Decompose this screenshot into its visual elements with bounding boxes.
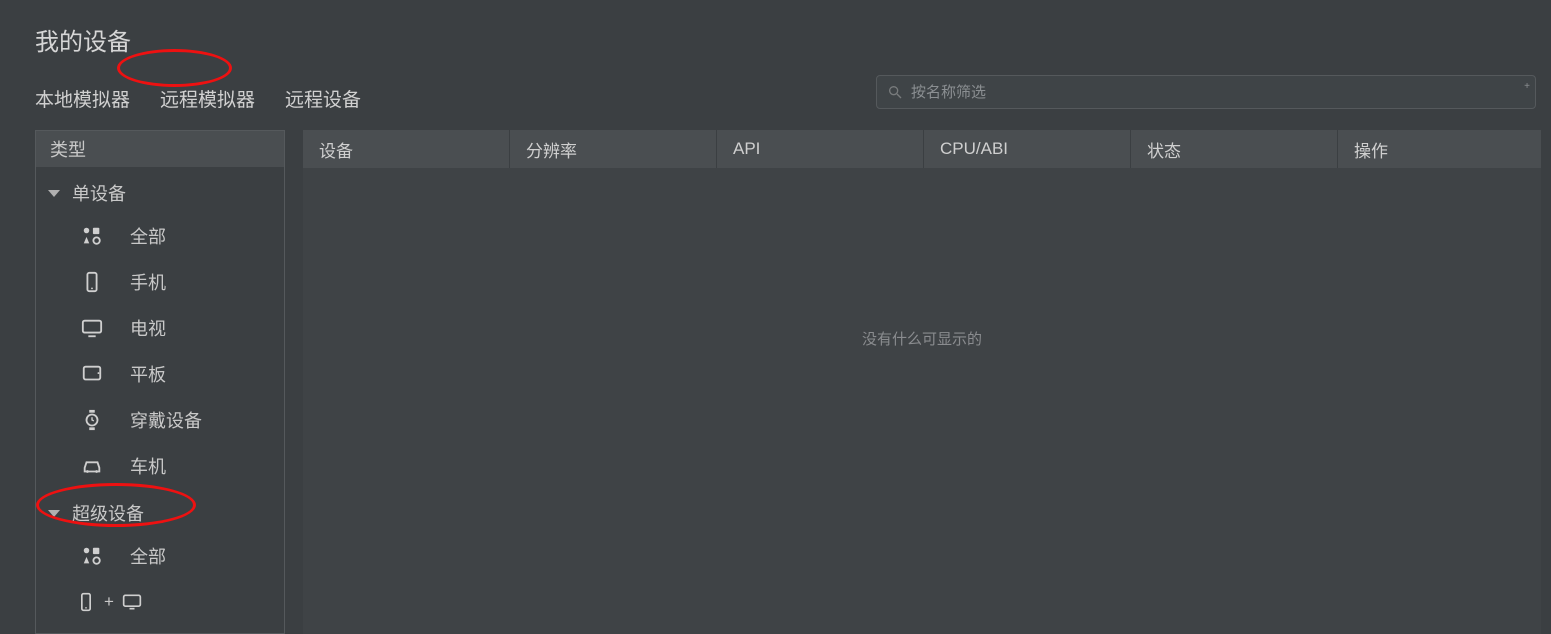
group-super-device[interactable]: 超级设备: [36, 493, 284, 533]
watch-icon: [76, 409, 108, 431]
page-title: 我的设备: [0, 0, 1551, 57]
sidebar-item-super-all[interactable]: 全部: [36, 533, 284, 579]
leaf-label: 电视: [130, 315, 166, 341]
group-label: 单设备: [72, 180, 126, 206]
col-cpu-abi[interactable]: CPU/ABI: [924, 130, 1131, 168]
sidebar-item-tablet[interactable]: 平板: [36, 351, 284, 397]
sidebar-item-wearable[interactable]: 穿戴设备: [36, 397, 284, 443]
sidebar-item-phone[interactable]: 手机: [36, 259, 284, 305]
leaf-label: 车机: [130, 453, 166, 479]
sidebar: 类型 单设备 全部 手机 电视 平板: [35, 130, 285, 634]
sidebar-item-car[interactable]: 车机: [36, 443, 284, 489]
tablet-icon: [76, 363, 108, 385]
col-device[interactable]: 设备: [303, 130, 510, 168]
search-box[interactable]: +: [876, 75, 1536, 109]
chevron-down-icon: [48, 190, 60, 197]
phone-icon: [76, 271, 108, 293]
col-actions[interactable]: 操作: [1338, 130, 1541, 168]
all-icon: [76, 225, 108, 247]
tab-local-emulator[interactable]: 本地模拟器: [35, 85, 130, 112]
chevron-down-icon: [48, 510, 60, 517]
tv-icon: [76, 317, 108, 339]
phone-icon: [76, 592, 96, 612]
leaf-label: 穿戴设备: [130, 407, 202, 433]
search-icon: [887, 84, 903, 100]
leaf-label: 全部: [130, 223, 166, 249]
monitor-icon: [122, 592, 142, 612]
leaf-label: 平板: [130, 361, 166, 387]
col-api[interactable]: API: [717, 130, 924, 168]
search-input[interactable]: [911, 84, 1525, 101]
sidebar-item-phone-plus-monitor[interactable]: +: [36, 579, 284, 625]
sidebar-item-tv[interactable]: 电视: [36, 305, 284, 351]
plus-icon: +: [104, 592, 114, 612]
empty-text: 没有什么可显示的: [862, 328, 982, 349]
device-table: 设备 分辨率 API CPU/ABI 状态 操作 没有什么可显示的: [303, 130, 1541, 634]
all-icon: [76, 545, 108, 567]
table-empty-state: 没有什么可显示的: [303, 168, 1541, 634]
sidebar-header: 类型: [36, 131, 284, 167]
sidebar-item-all[interactable]: 全部: [36, 213, 284, 259]
search-plus-indicator: +: [1524, 82, 1530, 92]
col-resolution[interactable]: 分辨率: [510, 130, 717, 168]
group-label: 超级设备: [72, 500, 144, 526]
tab-remote-emulator[interactable]: 远程模拟器: [160, 85, 255, 112]
group-single-device[interactable]: 单设备: [36, 173, 284, 213]
leaf-label: 手机: [130, 269, 166, 295]
table-header: 设备 分辨率 API CPU/ABI 状态 操作: [303, 130, 1541, 168]
col-status[interactable]: 状态: [1131, 130, 1338, 168]
tab-remote-device[interactable]: 远程设备: [285, 85, 361, 112]
car-icon: [76, 455, 108, 477]
leaf-label: 全部: [130, 543, 166, 569]
